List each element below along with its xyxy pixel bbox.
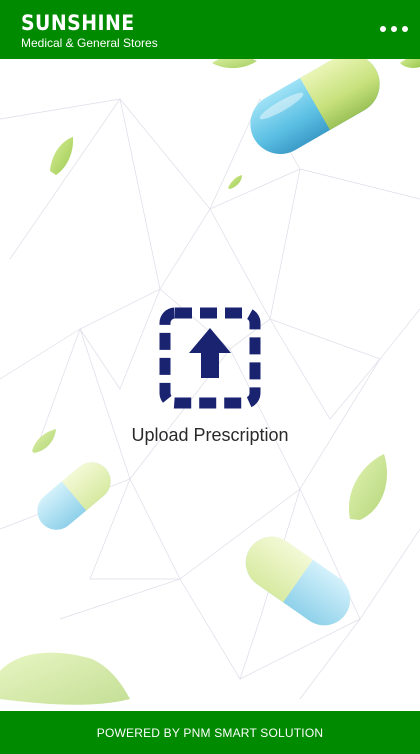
capsule-bottom-right-icon [245,536,351,626]
menu-dot-icon [391,26,397,32]
leaf-icon [212,59,257,68]
leaf-icon [348,454,387,520]
capsule-top-right-icon [250,59,380,154]
leaf-icon [0,652,130,705]
footer-credit: POWERED BY PNM SMART SOLUTION [96,725,324,740]
leaf-icon [32,429,56,453]
upload-arrow-icon [159,307,261,409]
footer-bar: POWERED BY PNM SMART SOLUTION [0,711,420,754]
leaf-icon [228,175,242,189]
leaf-icon [50,137,74,175]
brand-title: SUNSHINE [21,11,135,35]
capsule-left-icon [37,462,111,530]
more-options-button[interactable] [380,20,408,38]
menu-dot-icon [402,26,408,32]
brand-subtitle: Medical & General Stores [21,36,158,50]
upload-prescription-label: Upload Prescription [131,425,289,445]
app-header: SUNSHINE Medical & General Stores [0,0,420,59]
menu-dot-icon [380,26,386,32]
upload-prescription-button[interactable]: Upload Prescription [120,300,300,455]
leaf-icon [400,59,420,68]
